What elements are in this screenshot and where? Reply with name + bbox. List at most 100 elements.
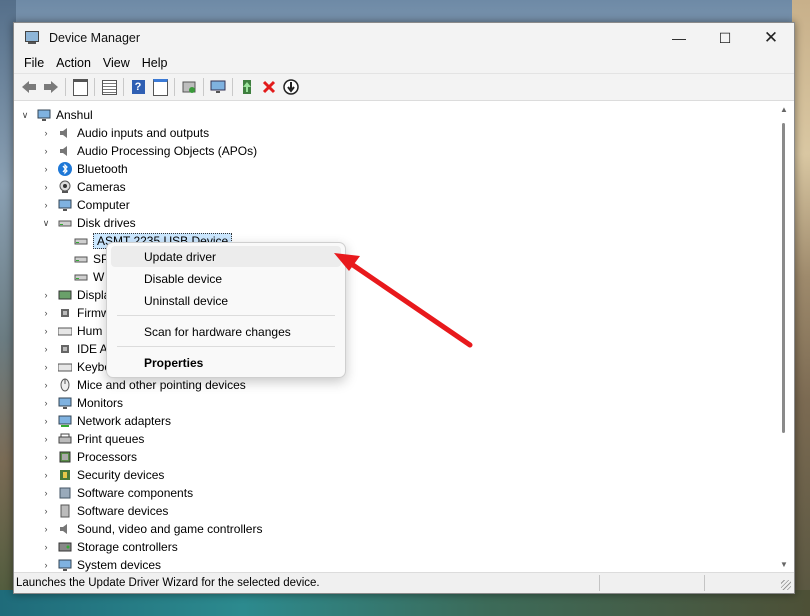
enable-device-icon[interactable] bbox=[282, 78, 300, 96]
context-separator bbox=[117, 315, 335, 316]
chevron-right-icon[interactable]: › bbox=[40, 146, 52, 156]
tree-category-row[interactable]: › Hum bbox=[40, 322, 103, 340]
category-label: Software devices bbox=[77, 504, 169, 518]
minimize-button[interactable]: — bbox=[656, 23, 702, 53]
tree-category-row[interactable]: › Sound, video and game controllers bbox=[40, 520, 263, 538]
chevron-right-icon[interactable]: › bbox=[40, 380, 52, 390]
context-disable-device[interactable]: Disable device bbox=[111, 268, 341, 289]
category-label: Disk drives bbox=[77, 216, 136, 230]
toolbar-separator bbox=[174, 78, 175, 96]
speaker-icon bbox=[58, 522, 72, 536]
menu-action[interactable]: Action bbox=[50, 56, 97, 70]
chevron-right-icon[interactable]: › bbox=[40, 542, 52, 552]
monitor-icon[interactable] bbox=[209, 78, 227, 96]
chevron-right-icon[interactable]: › bbox=[40, 362, 52, 372]
tree-category-row[interactable]: › System devices bbox=[40, 556, 162, 573]
tree-category-row[interactable]: › Mice and other pointing devices bbox=[40, 376, 246, 394]
chevron-right-icon[interactable]: › bbox=[40, 506, 52, 516]
chevron-right-icon[interactable]: › bbox=[40, 326, 52, 336]
context-separator bbox=[117, 346, 335, 347]
chevron-down-icon[interactable]: ∨ bbox=[19, 110, 31, 121]
chevron-right-icon[interactable]: › bbox=[40, 416, 52, 426]
chevron-right-icon[interactable]: › bbox=[40, 128, 52, 138]
tree-category-row[interactable]: › Audio Processing Objects (APOs) bbox=[40, 142, 258, 160]
keyboard-icon bbox=[58, 360, 72, 374]
view-icon[interactable] bbox=[151, 78, 169, 96]
tree-root-label: Anshul bbox=[56, 108, 93, 122]
scan-hardware-icon[interactable] bbox=[180, 78, 198, 96]
category-label: Software components bbox=[77, 486, 194, 500]
tree-category-row[interactable]: › Audio inputs and outputs bbox=[40, 124, 210, 142]
context-update-driver[interactable]: Update driver bbox=[111, 246, 341, 267]
disk-icon bbox=[74, 234, 88, 248]
speaker-icon bbox=[58, 144, 72, 158]
chevron-right-icon[interactable]: › bbox=[40, 164, 52, 174]
tree-category-row[interactable]: › Software components bbox=[40, 484, 194, 502]
chevron-right-icon[interactable]: › bbox=[40, 200, 52, 210]
chevron-right-icon[interactable]: › bbox=[40, 308, 52, 318]
tree-category-row[interactable]: › Network adapters bbox=[40, 412, 172, 430]
scrollbar-thumb[interactable] bbox=[782, 123, 785, 433]
close-button[interactable]: ✕ bbox=[748, 23, 794, 53]
chip-icon bbox=[58, 306, 72, 320]
tree-category-row[interactable]: › Computer bbox=[40, 196, 130, 214]
chevron-right-icon[interactable]: › bbox=[40, 560, 52, 570]
tree-category-row[interactable]: › Displa bbox=[40, 286, 111, 304]
tree-child-row[interactable]: SP bbox=[74, 250, 109, 268]
chevron-right-icon[interactable]: › bbox=[40, 434, 52, 444]
show-hide-console-tree-icon[interactable] bbox=[71, 78, 89, 96]
tree-root[interactable]: ∨ Anshul bbox=[19, 106, 93, 124]
tree-category-row[interactable]: › Firmw bbox=[40, 304, 110, 322]
disk-icon bbox=[58, 216, 72, 230]
chevron-right-icon[interactable]: › bbox=[40, 290, 52, 300]
tree-category-row[interactable]: ∨ Disk drives bbox=[40, 214, 136, 232]
chevron-right-icon[interactable]: › bbox=[40, 182, 52, 192]
toolbar-separator bbox=[123, 78, 124, 96]
toolbar: ? bbox=[14, 73, 794, 101]
tree-category-row[interactable]: › Print queues bbox=[40, 430, 145, 448]
tree-category-row[interactable]: › Storage controllers bbox=[40, 538, 178, 556]
display-adapter-icon bbox=[58, 288, 72, 302]
tree-category-row[interactable]: › Cameras bbox=[40, 178, 126, 196]
toolbar-separator bbox=[65, 78, 66, 96]
security-icon bbox=[58, 468, 72, 482]
tree-category-row[interactable]: › IDE A bbox=[40, 340, 108, 358]
component-icon bbox=[58, 486, 72, 500]
context-properties[interactable]: Properties bbox=[111, 352, 341, 373]
speaker-icon bbox=[58, 126, 72, 140]
chevron-down-icon[interactable]: ∨ bbox=[40, 218, 52, 229]
forward-arrow-icon[interactable] bbox=[42, 78, 60, 96]
chevron-right-icon[interactable]: › bbox=[40, 452, 52, 462]
chevron-right-icon[interactable]: › bbox=[40, 398, 52, 408]
tree-category-row[interactable]: › Processors bbox=[40, 448, 138, 466]
back-arrow-icon[interactable] bbox=[20, 78, 38, 96]
vertical-scrollbar[interactable]: ▲ ▼ bbox=[774, 101, 794, 573]
chevron-right-icon[interactable]: › bbox=[40, 524, 52, 534]
chevron-right-icon[interactable]: › bbox=[40, 470, 52, 480]
title-bar[interactable]: Device Manager — ☐ ✕ bbox=[14, 23, 794, 53]
category-label: Computer bbox=[77, 198, 130, 212]
tree-category-row[interactable]: › Monitors bbox=[40, 394, 124, 412]
menu-view[interactable]: View bbox=[97, 56, 136, 70]
tree-category-row[interactable]: › Keybo bbox=[40, 358, 112, 376]
uninstall-x-icon[interactable] bbox=[260, 78, 278, 96]
scroll-up-icon[interactable]: ▲ bbox=[780, 105, 788, 114]
chevron-right-icon[interactable]: › bbox=[40, 344, 52, 354]
resize-grip[interactable] bbox=[781, 580, 791, 590]
device-manager-icon bbox=[24, 30, 40, 46]
chevron-right-icon[interactable]: › bbox=[40, 488, 52, 498]
context-uninstall-device[interactable]: Uninstall device bbox=[111, 290, 341, 311]
tree-category-row[interactable]: › Bluetooth bbox=[40, 160, 128, 178]
tree-category-row[interactable]: › Software devices bbox=[40, 502, 169, 520]
maximize-button[interactable]: ☐ bbox=[702, 23, 748, 53]
scroll-down-icon[interactable]: ▼ bbox=[780, 560, 788, 569]
tree-category-row[interactable]: › Security devices bbox=[40, 466, 165, 484]
context-scan-hardware[interactable]: Scan for hardware changes bbox=[111, 321, 341, 342]
menu-file[interactable]: File bbox=[18, 56, 50, 70]
tree-child-row[interactable]: W bbox=[74, 268, 104, 286]
toolbar-separator bbox=[94, 78, 95, 96]
menu-help[interactable]: Help bbox=[136, 56, 174, 70]
properties-icon[interactable] bbox=[100, 78, 118, 96]
update-driver-icon[interactable] bbox=[238, 78, 256, 96]
help-icon[interactable]: ? bbox=[129, 78, 147, 96]
